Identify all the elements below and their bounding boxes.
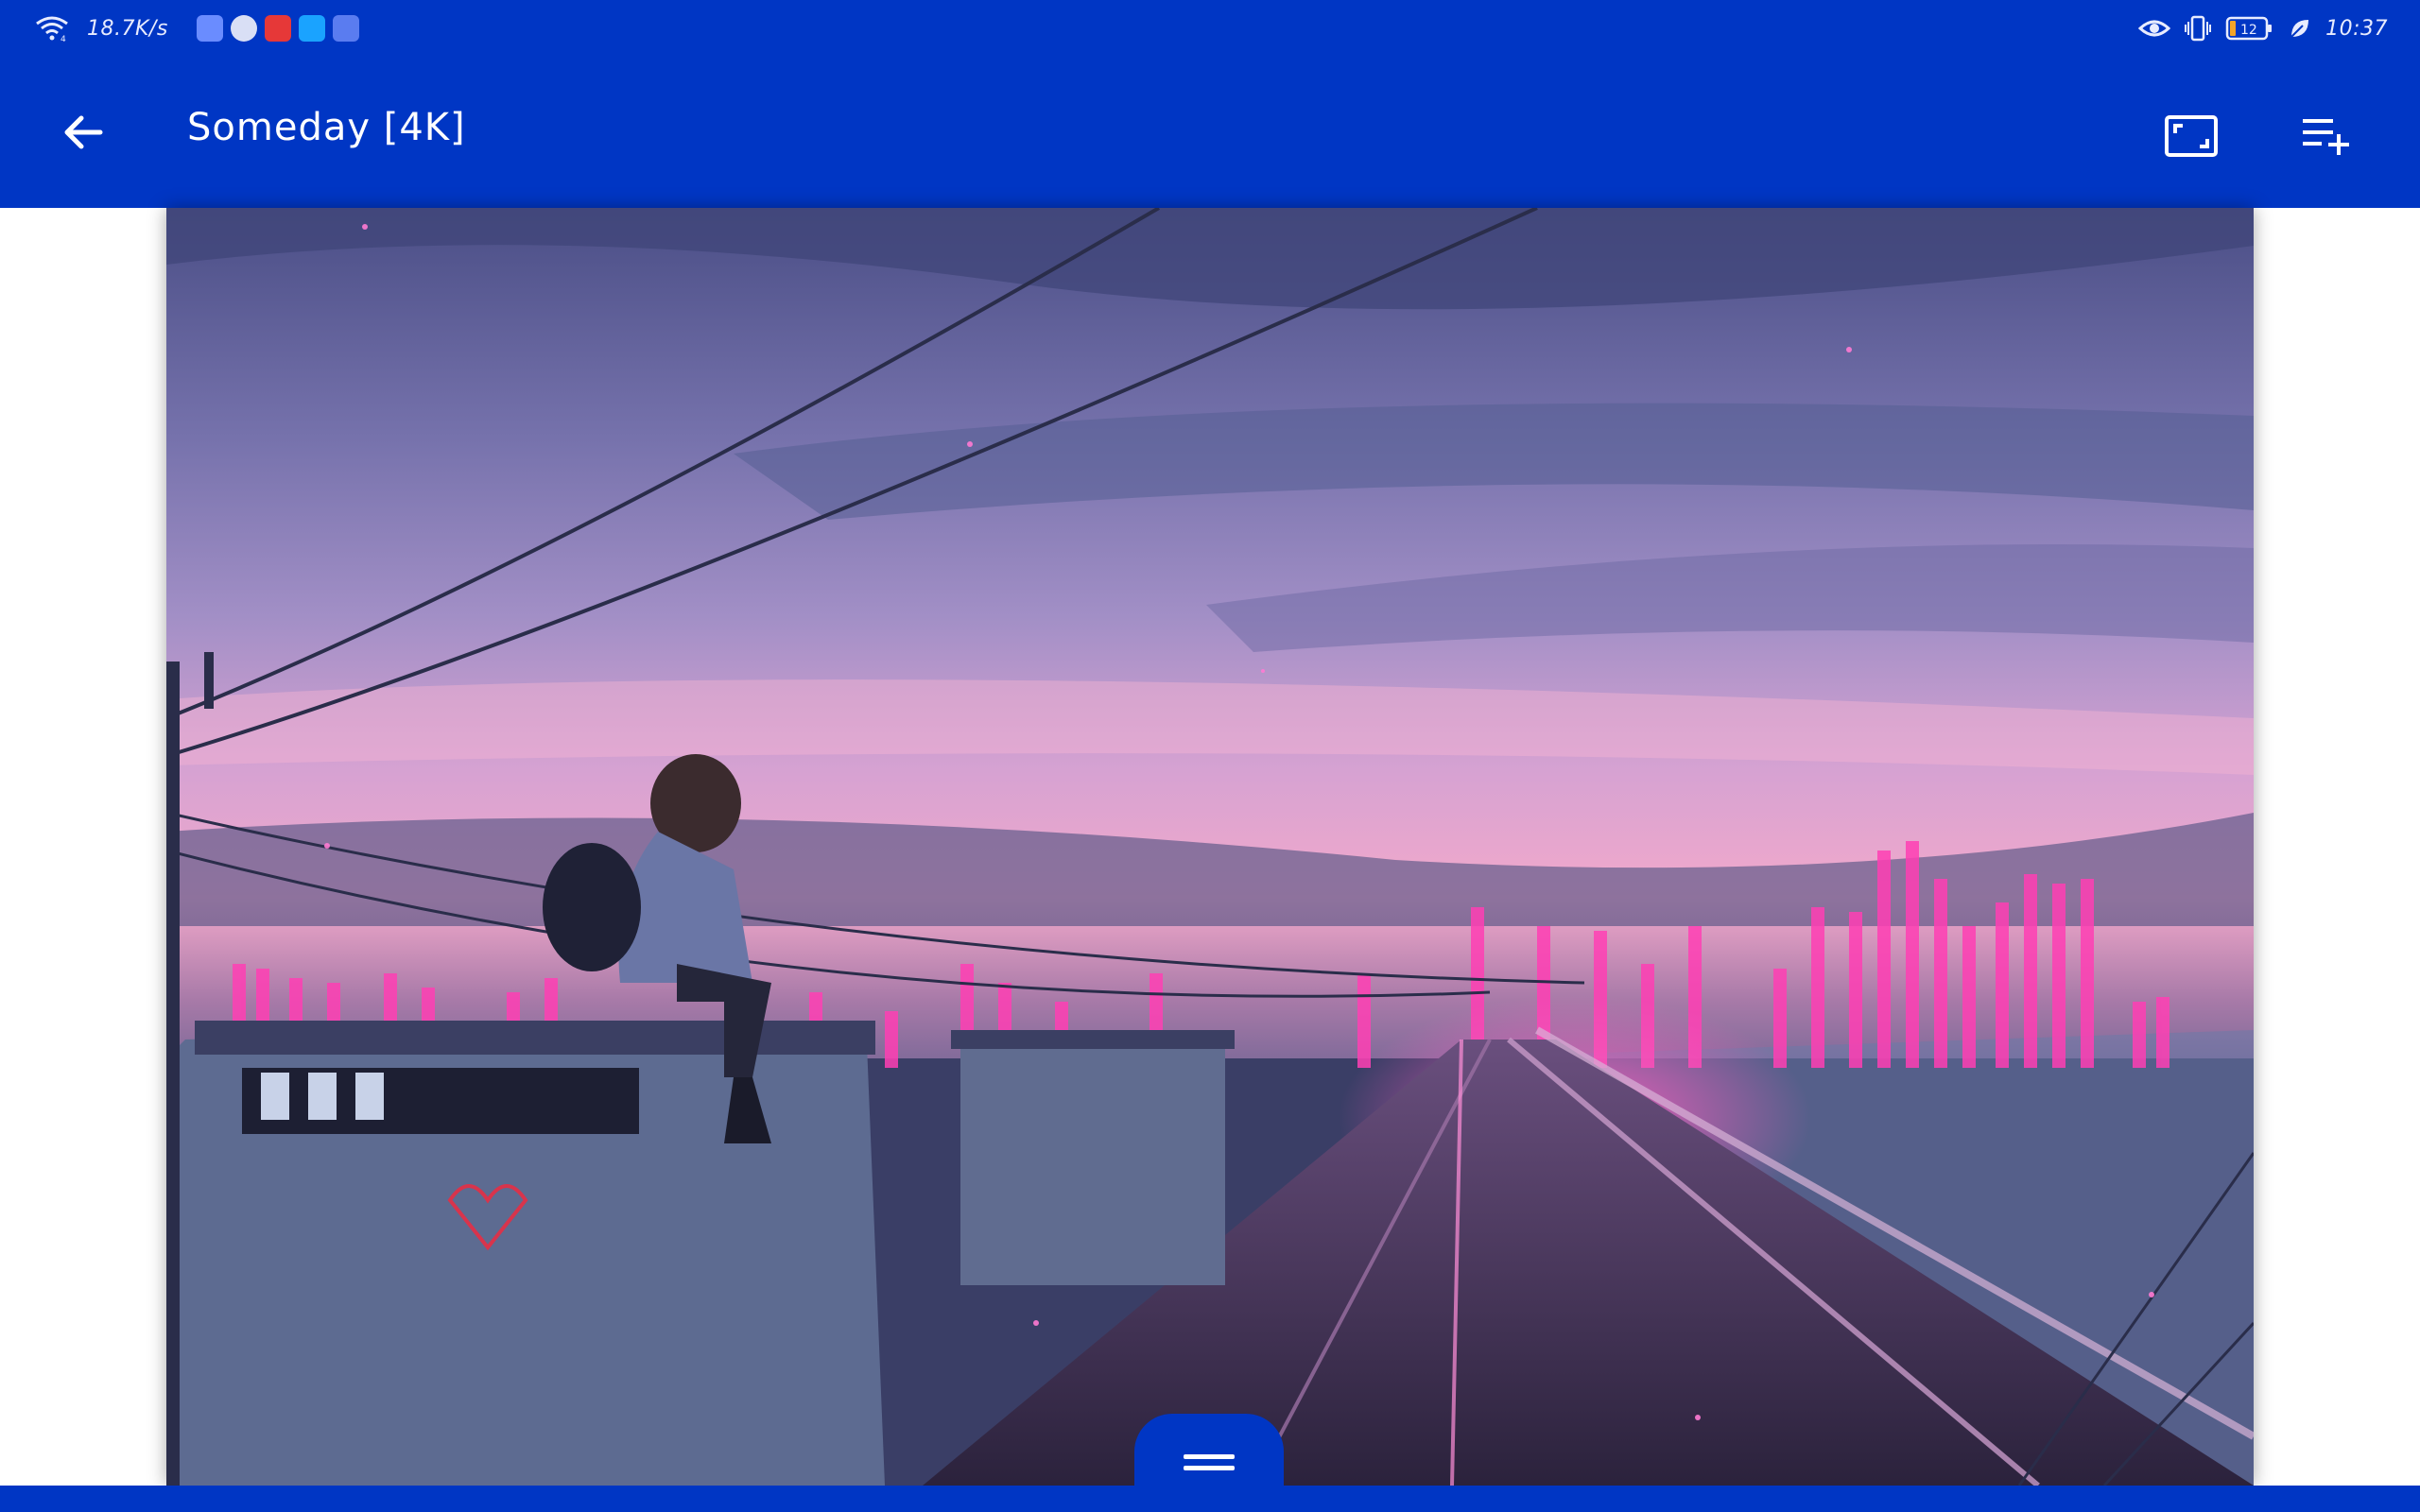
- bottom-sheet-handle-button[interactable]: [1134, 1414, 1284, 1512]
- fit-screen-button[interactable]: [2161, 106, 2221, 166]
- app-bar: Someday [4K]: [0, 57, 2420, 208]
- status-bar: 4 18.7K/s 12 10:37: [0, 0, 2420, 57]
- music-app-icon: [196, 15, 223, 42]
- huawei-app-icon: [264, 15, 291, 42]
- back-arrow-icon: [64, 115, 103, 149]
- notification-icons: [196, 15, 359, 42]
- clock: 10:37: [2325, 16, 2388, 41]
- status-bar-right: 12 10:37: [2138, 13, 2388, 43]
- wifi-icon: 4: [36, 16, 68, 43]
- battery-level: 12: [2240, 23, 2257, 38]
- add-to-playlist-button[interactable]: [2291, 106, 2360, 166]
- svg-text:4: 4: [60, 35, 66, 43]
- page-title: Someday [4K]: [187, 106, 466, 149]
- battery-icon: 12: [2225, 16, 2273, 41]
- eye-comfort-icon: [2138, 20, 2171, 37]
- network-speed: 18.7K/s: [87, 16, 168, 41]
- search-app-icon: [298, 15, 325, 42]
- tips-app-icon: [332, 15, 359, 42]
- vibrate-icon: [2185, 15, 2212, 42]
- back-button[interactable]: [53, 102, 113, 163]
- playlist-add-icon: [2303, 119, 2349, 155]
- power-saving-leaf-icon: [2290, 20, 2309, 38]
- wallpaper-preview-image[interactable]: [166, 208, 2254, 1486]
- wallpaper-artwork: [166, 208, 2254, 1486]
- browser-app-icon: [230, 15, 257, 42]
- status-bar-left: 4 18.7K/s: [34, 13, 359, 43]
- fit-screen-icon: [2165, 115, 2218, 157]
- drag-handle-icon: [1184, 1454, 1235, 1470]
